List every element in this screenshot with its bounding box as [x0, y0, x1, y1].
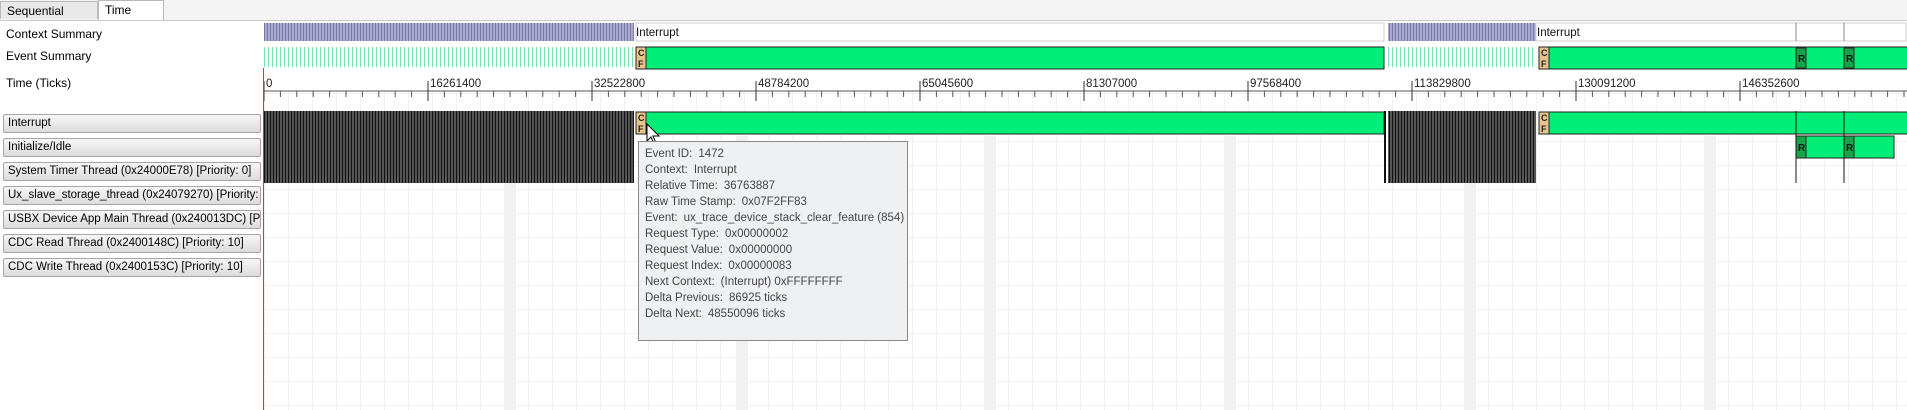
- cf-marker-f-1: F: [638, 59, 644, 69]
- context-summary-label: Context Summary: [6, 27, 103, 41]
- tooltip-value: ux_trace_device_stack_clear_feature (854…: [683, 212, 905, 224]
- tooltip-line: Context: Interrupt: [645, 162, 901, 178]
- thread-row-interrupt[interactable]: Interrupt: [3, 114, 261, 133]
- idle-row-green-2: [1853, 135, 1895, 159]
- time-axis-tick-label: 48784200: [758, 78, 809, 90]
- tooltip-value: Interrupt: [693, 164, 737, 176]
- cf-marker-f-4: F: [1541, 124, 1547, 134]
- tooltip-key: Event:: [645, 212, 678, 224]
- idle-row-busy-2: [1388, 135, 1536, 159]
- time-axis-tick-label: 65045600: [922, 78, 973, 90]
- tooltip-value: 48550096 ticks: [707, 308, 786, 320]
- event-summary-ticks-2: [1388, 47, 1536, 67]
- tab-time-view[interactable]: Time View: [98, 0, 164, 35]
- cf-marker-f-2: F: [1541, 59, 1547, 69]
- tooltip-key: Context:: [645, 164, 688, 176]
- cf-marker-c-3: C: [638, 113, 645, 123]
- thread-row-initialize-idle[interactable]: Initialize/Idle: [3, 138, 261, 157]
- tab-sequential-view[interactable]: Sequential View: [0, 1, 98, 36]
- tooltip-key: Delta Previous:: [645, 292, 723, 304]
- idle-row-busy-1: [264, 135, 634, 159]
- thread-row-system-timer[interactable]: System Timer Thread (0x24000E78) [Priori…: [3, 162, 261, 181]
- context-summary-busy-2: [1388, 23, 1536, 41]
- time-axis-tick-label: 146352600: [1742, 78, 1800, 90]
- tooltip-value: 0x00000002: [724, 228, 789, 240]
- tooltip-key: Raw Time Stamp:: [645, 196, 736, 208]
- interrupt-row-busy-2: [1388, 111, 1536, 135]
- time-axis-tick-label: 81307000: [1086, 78, 1137, 90]
- tooltip-line: Request Value: 0x00000000: [645, 242, 901, 258]
- timeline-plot[interactable]: Interrupt Interrupt C F C F R R 0 1626140…: [264, 21, 1907, 410]
- context-summary-label-2: Interrupt: [1537, 27, 1581, 39]
- interrupt-row-busy-1: [264, 111, 634, 135]
- cf-marker-c-4: C: [1541, 113, 1548, 123]
- event-summary-green-1: [635, 46, 1385, 70]
- tooltip-key: Event ID:: [645, 148, 693, 160]
- cf-marker-c-1: C: [638, 48, 645, 58]
- r-marker-idle-2-label: R: [1846, 143, 1854, 154]
- time-axis-tick-label: 16261400: [430, 78, 481, 90]
- tooltip-value: 0x00000083: [728, 260, 792, 272]
- tooltip-value: 86925 ticks: [728, 292, 788, 304]
- tooltip-line: Request Index: 0x00000083: [645, 258, 901, 274]
- idle-row-green-1: [1805, 135, 1845, 159]
- time-axis-tick-label: 32522800: [594, 78, 645, 90]
- thread-row-usbx-device-app-main[interactable]: USBX Device App Main Thread (0x240013DC)…: [3, 210, 261, 229]
- event-summary-ticks-1: [264, 47, 634, 67]
- r-marker-event-1-label: R: [1798, 54, 1806, 65]
- tooltip-key: Request Index:: [645, 260, 723, 272]
- event-summary-label: Event Summary: [6, 49, 92, 63]
- tooltip-value: 1472: [698, 148, 724, 160]
- tooltip-line: Raw Time Stamp: 0x07F2FF83: [645, 194, 901, 210]
- tooltip-key: Next Context:: [645, 276, 715, 288]
- cf-marker-f-3: F: [638, 124, 644, 134]
- tooltip-value: 0x00000000: [728, 244, 793, 256]
- view-tabs: Sequential View Time View: [0, 0, 1907, 36]
- tooltip-line: Request Type: 0x00000002: [645, 226, 901, 242]
- tooltip-key: Request Type:: [645, 228, 719, 240]
- context-summary-interrupt-2: [1535, 22, 1907, 42]
- timeline-canvas: Interrupt Interrupt C F C F R R 0 1626140…: [264, 22, 1907, 410]
- thread-row-ux-slave-storage[interactable]: Ux_slave_storage_thread (0x24079270) [Pr…: [3, 186, 261, 205]
- tooltip-key: Relative Time:: [645, 180, 718, 192]
- time-axis-tick-label: 113829800: [1414, 78, 1471, 90]
- r-marker-idle-1-label: R: [1798, 143, 1806, 154]
- timer-row-busy-2: [1388, 159, 1536, 183]
- row-labels-panel: Context Summary Event Summary Time (Tick…: [0, 21, 264, 410]
- timer-row-busy-1: [264, 159, 634, 183]
- interrupt-row-green-2: [1543, 111, 1907, 135]
- time-ticks-label: Time (Ticks): [6, 76, 72, 90]
- context-summary-busy-1: [264, 23, 634, 41]
- tooltip-line: Relative Time: 36763887: [645, 178, 901, 194]
- tooltip-line: Delta Next: 48550096 ticks: [645, 306, 901, 322]
- context-summary-label-1: Interrupt: [636, 27, 680, 39]
- tooltip-line: Next Context: (Interrupt) 0xFFFFFFFF: [645, 274, 901, 290]
- context-summary-interrupt-1: [635, 22, 1385, 42]
- tooltip-line: Delta Previous: 86925 ticks: [645, 290, 901, 306]
- r-marker-event-2-label: R: [1846, 54, 1854, 65]
- thread-row-cdc-write[interactable]: CDC Write Thread (0x2400153C) [Priority:…: [3, 258, 261, 277]
- time-axis-tick-label: 130091200: [1578, 78, 1636, 90]
- tooltip-key: Request Value:: [645, 244, 723, 256]
- tooltip-value: 36763887: [723, 180, 776, 192]
- time-axis-tick-label: 0: [266, 78, 272, 90]
- tooltip-line: Event: ux_trace_device_stack_clear_featur…: [645, 210, 904, 226]
- time-axis-tick-label: 97568400: [1250, 78, 1301, 90]
- tooltip-key: Delta Next:: [645, 308, 702, 320]
- event-tooltip: Event ID: 1472 Context: Interrupt Relative T…: [638, 141, 908, 341]
- cf-marker-c-2: C: [1541, 48, 1548, 58]
- thread-row-cdc-read[interactable]: CDC Read Thread (0x2400148C) [Priority: …: [3, 234, 261, 253]
- tooltip-line: Event ID: 1472: [645, 146, 901, 162]
- tooltip-value: (Interrupt) 0xFFFFFFFF: [720, 276, 843, 288]
- tooltip-value: 0x07F2FF83: [741, 196, 807, 208]
- current-time-marker: [263, 68, 264, 410]
- interrupt-row-green-1: [637, 111, 1385, 135]
